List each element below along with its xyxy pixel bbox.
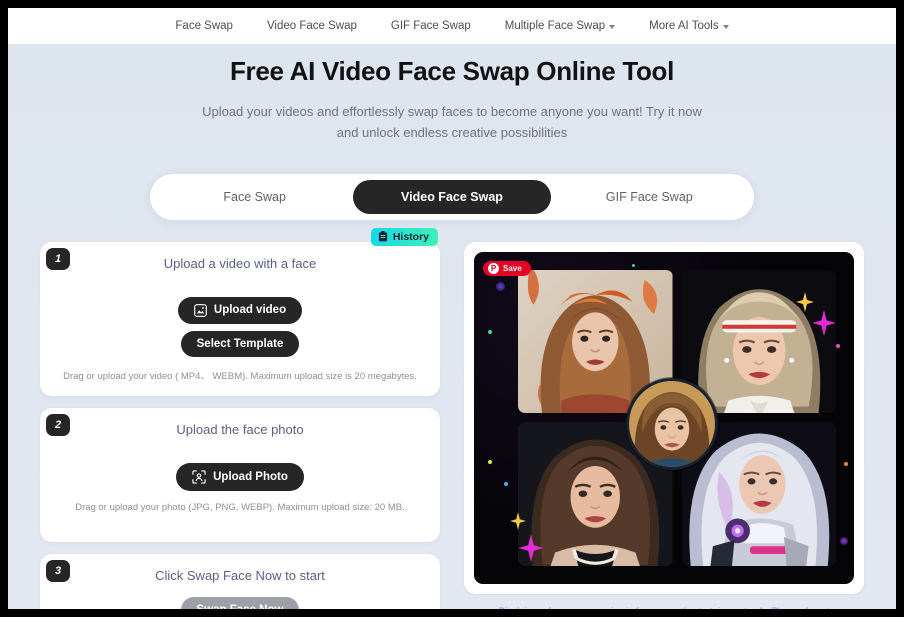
browser-viewport: Face Swap Video Face Swap GIF Face Swap …: [8, 8, 896, 609]
sparkle-icon: [812, 309, 836, 336]
nav-item-label: Multiple Face Swap: [504, 20, 606, 32]
upload-video-label: Upload video: [213, 304, 287, 317]
step-card-3: 3 Click Swap Face Now to start Swap Face…: [40, 553, 440, 609]
showcase-column: P Save: [464, 241, 864, 609]
upload-photo-button[interactable]: Upload Photo: [176, 462, 304, 491]
pinterest-save-button[interactable]: P Save: [483, 260, 531, 276]
upload-photo-label: Upload Photo: [213, 470, 288, 483]
swap-face-now-label: Swap Face Now: [197, 604, 284, 609]
disclaimer-text: Disclaimer: face swap service is for per…: [464, 605, 864, 609]
step-2-actions: Upload Photo: [40, 462, 440, 491]
clipboard-icon: [378, 231, 387, 242]
tab-face-swap[interactable]: Face Swap: [156, 180, 353, 214]
star-dot: [840, 536, 848, 545]
step-2-hint: Drag or upload your photo (JPG, PNG, WEB…: [75, 501, 405, 513]
step-title: Upload a video with a face: [163, 255, 317, 271]
page-body: Free AI Video Face Swap Online Tool Uplo…: [8, 44, 896, 609]
pinterest-icon: P: [488, 262, 499, 274]
step-card-1: 1 Upload a video with a face Upload vide…: [40, 241, 440, 396]
step-1-actions: Upload video Select Template: [40, 296, 440, 357]
sparkle-icon: [796, 291, 814, 312]
select-template-label: Select Template: [196, 337, 284, 350]
upload-video-button[interactable]: Upload video: [177, 296, 303, 324]
nav-item-label: More AI Tools: [649, 20, 719, 32]
step-number-badge: 1: [46, 247, 70, 270]
pinterest-save-label: Save: [503, 263, 522, 273]
history-label: History: [392, 230, 429, 243]
showcase-frame: P Save: [464, 241, 864, 594]
nav-item-multiple-face-swap[interactable]: Multiple Face Swap: [504, 20, 616, 32]
star-dot: [496, 281, 505, 291]
main-content: History 1 Upload a video with a face Upl…: [8, 227, 896, 609]
nav-item-video-face-swap[interactable]: Video Face Swap: [267, 20, 357, 32]
step-number-badge: 3: [46, 559, 70, 582]
step-3-actions: Swap Face Now: [40, 596, 440, 609]
nav-item-face-swap[interactable]: Face Swap: [175, 20, 233, 32]
star-dot: [632, 263, 635, 267]
page-title: Free AI Video Face Swap Online Tool: [229, 56, 675, 86]
step-number-badge: 2: [46, 413, 70, 436]
star-dot: [488, 459, 492, 464]
star-dot: [836, 343, 840, 348]
step-1-hint: Drag or upload your video ( MP4、 WEBM). …: [63, 370, 417, 382]
sparkle-icon: [518, 533, 544, 562]
face-focus-circle: [626, 377, 718, 470]
tab-switcher: Face Swap Video Face Swap GIF Face Swap: [150, 173, 754, 220]
hero-section: Free AI Video Face Swap Online Tool Uplo…: [8, 44, 896, 144]
showcase-preview: P Save: [474, 251, 854, 584]
tab-switcher-wrapper: Face Swap Video Face Swap GIF Face Swap: [8, 173, 896, 220]
star-dot: [844, 461, 848, 466]
nav-item-more-ai-tools[interactable]: More AI Tools: [649, 20, 729, 32]
step-title: Click Swap Face Now to start: [155, 567, 325, 583]
nav-item-label: Video Face Swap: [266, 20, 357, 32]
nav-item-label: Face Swap: [175, 20, 233, 32]
step-card-2: 2 Upload the face photo Upload Photo Dra…: [40, 407, 440, 542]
star-dot: [504, 481, 508, 486]
tab-video-face-swap[interactable]: Video Face Swap: [353, 179, 551, 214]
swap-face-now-button[interactable]: Swap Face Now: [180, 596, 300, 609]
image-icon: [194, 304, 207, 317]
chevron-down-icon: [722, 25, 729, 29]
star-dot: [488, 329, 492, 334]
select-template-button[interactable]: Select Template: [180, 330, 300, 357]
steps-column: History 1 Upload a video with a face Upl…: [40, 227, 440, 609]
chevron-down-icon: [609, 25, 616, 29]
sparkle-icon: [510, 511, 526, 530]
top-navigation: Face Swap Video Face Swap GIF Face Swap …: [8, 8, 896, 44]
step-title: Upload the face photo: [176, 421, 304, 437]
page-subtitle: Upload your videos and effortlessly swap…: [202, 104, 702, 141]
nav-item-label: GIF Face Swap: [390, 20, 471, 32]
history-button[interactable]: History: [370, 227, 438, 246]
tab-gif-face-swap[interactable]: GIF Face Swap: [551, 180, 748, 214]
face-scan-icon: [192, 470, 206, 484]
nav-item-gif-face-swap[interactable]: GIF Face Swap: [391, 20, 471, 32]
